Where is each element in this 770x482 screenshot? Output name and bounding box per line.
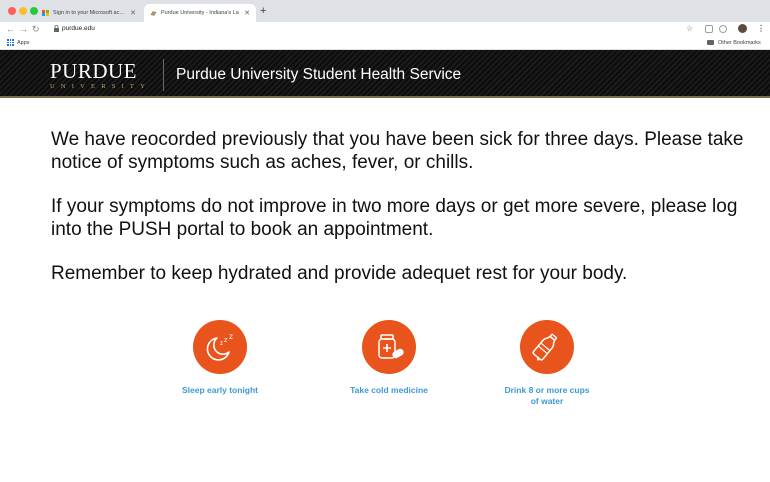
message-paragraph: If your symptoms do not improve in two m… xyxy=(51,196,738,240)
close-tab-icon[interactable]: ✕ xyxy=(130,9,136,17)
tab-title: Sign in to your Microsoft accoun xyxy=(53,10,128,16)
tab-title: Purdue University - Indiana's La xyxy=(161,10,239,16)
new-tab-button[interactable]: + xyxy=(260,4,266,18)
tip-label: Take cold medicine xyxy=(350,385,428,395)
bookmark-apps[interactable]: Apps xyxy=(17,38,30,48)
close-tab-icon[interactable]: ✕ xyxy=(244,9,250,17)
close-window-button[interactable] xyxy=(8,7,16,15)
bookmark-star-icon[interactable]: ☆ xyxy=(686,24,693,34)
tab-microsoft-signin[interactable]: Sign in to your Microsoft accoun ✕ xyxy=(36,4,142,22)
minimize-window-button[interactable] xyxy=(19,7,27,15)
medicine-icon xyxy=(362,320,416,374)
apps-grid-icon[interactable] xyxy=(7,39,14,46)
svg-text:z: z xyxy=(229,332,233,341)
tip-label: Sleep early tonight xyxy=(181,385,259,395)
tip-sleep: z z z Sleep early tonight xyxy=(160,320,280,396)
browser-toolbar: ← → ↻ purdue.edu ☆ ⋮ xyxy=(0,22,770,36)
extension-icon[interactable] xyxy=(719,25,727,33)
health-tips: z z z Sleep early tonight Take cold medi… xyxy=(0,320,770,420)
browser-menu-icon[interactable]: ⋮ xyxy=(757,24,765,34)
header-divider xyxy=(163,59,164,91)
svg-text:z: z xyxy=(220,341,223,347)
logo-wordmark: PURDUE xyxy=(50,59,138,83)
purdue-favicon-icon xyxy=(150,10,157,16)
logo-subtitle: UNIVERSITY xyxy=(50,83,151,90)
water-bottle-icon xyxy=(520,320,574,374)
address-bar[interactable]: purdue.edu xyxy=(62,24,95,34)
tip-water: Drink 8 or more cups of water xyxy=(487,320,607,407)
main-content: We have reocorded previously that you ha… xyxy=(51,129,751,308)
browser-tab-bar: Sign in to your Microsoft accoun ✕ Purdu… xyxy=(0,0,770,22)
bookmark-other[interactable]: Other Bookmarks xyxy=(718,38,761,48)
reload-icon[interactable]: ↻ xyxy=(32,23,40,35)
message-paragraph: We have reocorded previously that you ha… xyxy=(51,129,744,173)
forward-icon[interactable]: → xyxy=(19,23,28,35)
tip-medicine: Take cold medicine xyxy=(329,320,449,396)
lock-icon xyxy=(54,25,59,32)
folder-icon xyxy=(707,40,714,45)
site-title: Purdue University Student Health Service xyxy=(176,66,462,83)
site-header: PURDUE UNIVERSITY Purdue University Stud… xyxy=(0,50,770,98)
purdue-logo[interactable]: PURDUE UNIVERSITY xyxy=(50,61,150,91)
moon-sleep-icon: z z z xyxy=(193,320,247,374)
extension-icon[interactable] xyxy=(705,25,713,33)
tip-label: Drink 8 or more cups of water xyxy=(504,385,590,406)
back-icon[interactable]: ← xyxy=(6,23,15,35)
profile-avatar[interactable] xyxy=(738,24,747,33)
svg-text:z: z xyxy=(224,337,228,344)
microsoft-icon xyxy=(42,9,49,17)
message-paragraph: Remember to keep hydrated and provide ad… xyxy=(51,263,628,284)
bookmarks-bar: Apps Other Bookmarks xyxy=(0,36,770,50)
tab-purdue[interactable]: Purdue University - Indiana's La ✕ xyxy=(144,4,256,22)
